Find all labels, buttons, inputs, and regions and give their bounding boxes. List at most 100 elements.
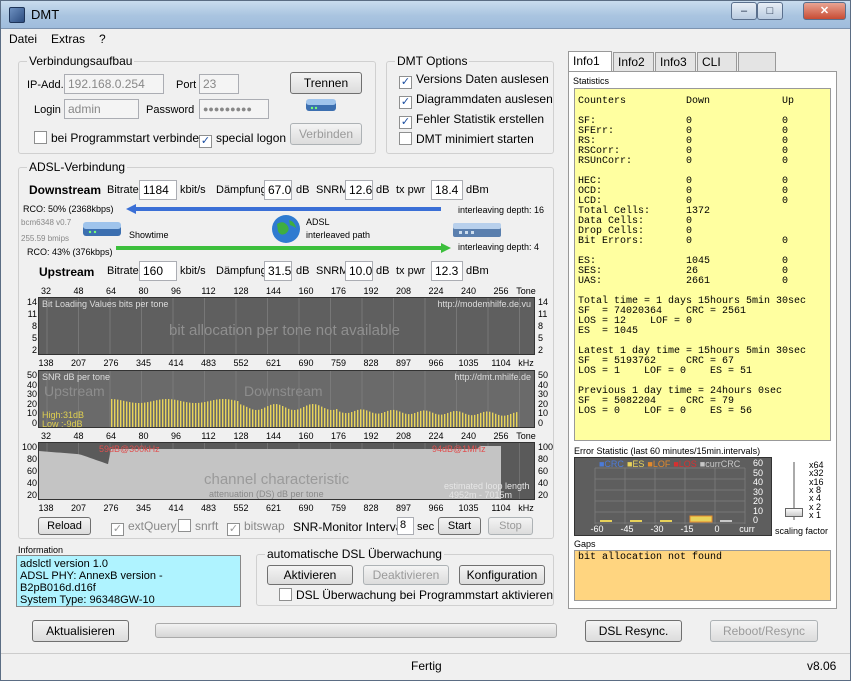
opt-minimized-checkbox[interactable]: DMT minimiert starten [399, 132, 534, 146]
snr-bar [246, 406, 248, 427]
snr-bar [135, 402, 137, 427]
start-button[interactable]: Start [438, 517, 481, 535]
tone-tick: 112 [201, 286, 216, 296]
opt-minimized-box[interactable] [399, 132, 412, 145]
us-bitrate-value: 160 [139, 261, 177, 281]
snr-bar [495, 413, 497, 427]
ds-txpwr-label: tx pwr [396, 184, 426, 196]
tone-tick: 80 [138, 286, 149, 296]
snr-bar [372, 412, 374, 427]
modem-icon [81, 219, 123, 239]
y-tick: 20 [26, 490, 37, 500]
err-y-tick: 60 [753, 458, 764, 468]
tone-tick: 96 [170, 431, 182, 441]
scale-labels: x64 x32 x16 x 8x 4x 2x 1 [809, 460, 837, 520]
snr-bar [243, 405, 245, 427]
port-input[interactable]: 23 [199, 74, 239, 94]
auto-monitor-box[interactable] [279, 588, 292, 601]
special-logon-check[interactable]: ✓ [199, 135, 212, 148]
snrft-box[interactable] [178, 519, 191, 532]
login-input[interactable]: admin [64, 99, 139, 119]
ip-input[interactable]: 192.168.0.254 [64, 74, 164, 94]
ds-att-value: 67.0 [264, 180, 292, 200]
deaktivieren-button[interactable]: Deaktivieren [363, 565, 449, 585]
reload-button[interactable]: Reload [38, 517, 91, 535]
minimize-button[interactable]: – [731, 2, 757, 20]
opt-stats-checkbox[interactable]: ✓ Fehler Statistik erstellen [399, 112, 544, 129]
verbinden-button[interactable]: Verbinden [290, 123, 362, 145]
tab-cli[interactable]: CLI [697, 52, 737, 71]
close-button[interactable]: ✕ [803, 2, 846, 20]
snr-bar [480, 412, 482, 427]
auto-connect-box[interactable] [34, 131, 47, 144]
khz-tick: 690 [298, 358, 314, 368]
khz-tick: kHz [518, 503, 534, 513]
bitswap-check[interactable]: ✓ [227, 523, 240, 536]
opt-version-check[interactable]: ✓ [399, 76, 412, 89]
info1-panel: Statistics Counters Down Up SF: 0 0 SFEr… [568, 71, 837, 609]
legend-es: ■ES [626, 459, 645, 469]
y-tick: 10 [538, 408, 549, 419]
y-tick: 50 [538, 370, 549, 380]
snr-bar [210, 400, 212, 427]
snr-bar [342, 412, 344, 427]
y-tick: 20 [538, 398, 549, 409]
aktivieren-button[interactable]: Aktivieren [267, 565, 353, 585]
extquery-checkbox[interactable]: ✓ extQuery [111, 519, 177, 536]
error-bar [630, 520, 642, 522]
rco-down: RCO: 50% (2368kbps) [23, 204, 114, 214]
tab-info1[interactable]: Info1 [568, 51, 612, 72]
tone-tick: 224 [428, 286, 444, 296]
reboot-resync-button[interactable]: Reboot/Resync [710, 620, 818, 642]
aktualisieren-button[interactable]: Aktualisieren [32, 620, 129, 642]
khz-tick: 966 [428, 503, 444, 513]
snr-bar [411, 413, 413, 427]
tone-tick: 208 [395, 431, 412, 441]
ch-y-axis-left: 100 80 60 40 20 [22, 442, 37, 500]
khz-tick: 276 [103, 503, 119, 513]
dsl-resync-button[interactable]: DSL Resync. [585, 620, 682, 642]
y-tick: 11 [538, 309, 548, 319]
tab-info2[interactable]: Info2 [613, 52, 654, 71]
opt-diagram-checkbox[interactable]: ✓ Diagrammdaten auslesen [399, 92, 553, 109]
error-bar [689, 515, 713, 523]
snr-bar [234, 400, 236, 427]
auto-monitor-checkbox[interactable]: DSL Überwachung bei Programmstart aktivi… [279, 588, 553, 602]
scale-slider-thumb[interactable] [785, 508, 803, 517]
snr-bar [426, 410, 428, 427]
menu-extras[interactable]: Extras [44, 30, 92, 48]
snr-bar [375, 413, 377, 427]
auto-monitor-label: DSL Überwachung bei Programmstart aktivi… [296, 588, 553, 602]
snrft-checkbox[interactable]: snrft [178, 519, 218, 533]
special-logon-checkbox[interactable]: ✓ special logon [199, 131, 286, 148]
error-bar [720, 520, 732, 522]
snr-bar [489, 411, 491, 427]
bit-loading-chart: Bit Loading Values bits per tone http://… [38, 297, 535, 355]
ip-label: IP-Add. [27, 79, 64, 91]
tab-info3[interactable]: Info3 [655, 52, 696, 71]
snr-bar [453, 411, 455, 427]
menu-datei[interactable]: Datei [2, 30, 44, 48]
interval-input[interactable]: 8 [397, 517, 414, 535]
error-bar [600, 520, 612, 522]
opt-diagram-check[interactable]: ✓ [399, 96, 412, 109]
ch-title: channel characteristic [204, 471, 350, 488]
khz-tick: 621 [265, 358, 282, 368]
konfiguration-button[interactable]: Konfiguration [459, 565, 545, 585]
extquery-check[interactable]: ✓ [111, 523, 124, 536]
maximize-button[interactable]: □ [757, 2, 783, 20]
legend-crc: ■CRC [599, 459, 624, 469]
menu-help[interactable]: ? [92, 30, 113, 48]
snr-bar [174, 399, 176, 427]
opt-version-checkbox[interactable]: ✓ Versions Daten auslesen [399, 72, 549, 89]
tab-empty[interactable] [738, 52, 776, 71]
trennen-button[interactable]: Trennen [290, 72, 362, 94]
tone-tick: 208 [395, 286, 412, 296]
auto-connect-checkbox[interactable]: bei Programmstart verbinden [34, 131, 206, 145]
password-input[interactable]: ●●●●●●●●● [199, 99, 269, 119]
stop-button[interactable]: Stop [488, 517, 533, 535]
snr-bar [474, 414, 476, 427]
snr-bar [348, 412, 350, 427]
bitswap-checkbox[interactable]: ✓ bitswap [227, 519, 285, 536]
opt-stats-check[interactable]: ✓ [399, 116, 412, 129]
